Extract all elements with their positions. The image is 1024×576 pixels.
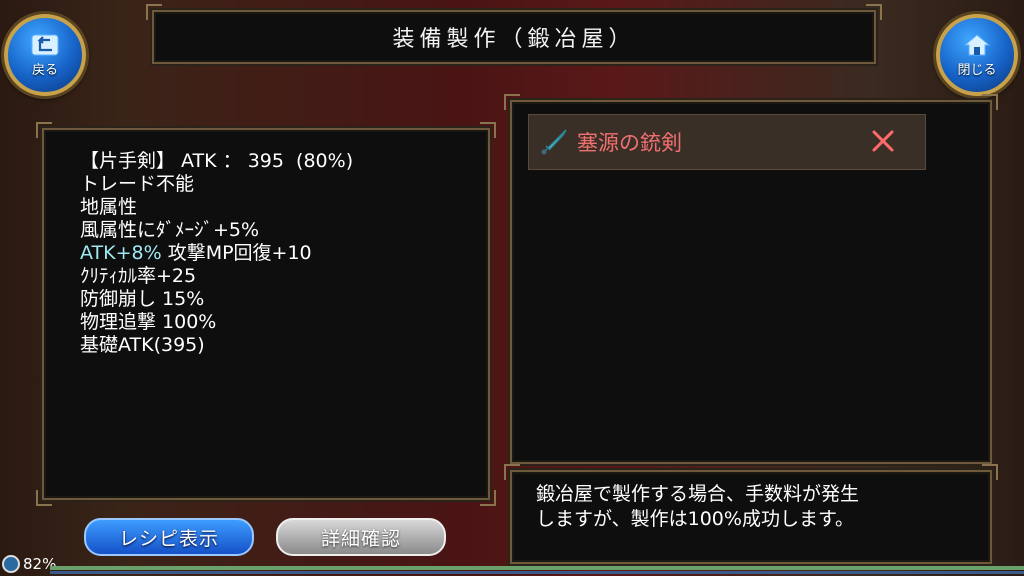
status-bar [50, 571, 1024, 574]
frame-corner [982, 94, 998, 110]
item-stats-panel: 【片手剣】 ATK ： 395 (80%) トレード不能 地属性 風属性にﾀﾞﾒｰｼﾞ… [36, 122, 496, 506]
stat-line: ｸﾘﾃｨｶﾙ率+25 [80, 265, 197, 287]
stat-highlight: ATK+8% [80, 242, 162, 264]
battery-indicator: 82% [2, 554, 56, 574]
back-button[interactable]: 戻る [4, 14, 86, 96]
recipe-button[interactable]: レシピ表示 [84, 518, 254, 556]
frame-corner [866, 4, 882, 20]
message-line: しますが、製作は100%成功します。 [536, 508, 855, 530]
stat-line: 物理追撃 100% [80, 311, 217, 333]
sword-icon [541, 129, 567, 155]
stat-text: 攻撃MP回復+10 [161, 242, 312, 264]
stat-line: 地属性 [80, 196, 138, 218]
frame-corner [504, 464, 520, 480]
material-name: 塞源の銃剣 [577, 131, 682, 155]
material-panel: 塞源の銃剣 [504, 94, 998, 464]
message-panel: 鍛冶屋で製作する場合、手数料が発生 しますが、製作は100%成功します。 [504, 464, 998, 564]
info-message: 鍛冶屋で製作する場合、手数料が発生 しますが、製作は100%成功します。 [536, 482, 859, 532]
close-x-icon[interactable] [869, 127, 897, 155]
close-button[interactable]: 閉じる [936, 14, 1018, 96]
battery-icon [2, 555, 20, 573]
back-arrow-icon [31, 34, 59, 55]
stat-line: ATK+8% 攻撃MP回復+10 [80, 242, 353, 265]
stat-line: トレード不能 [80, 173, 195, 195]
message-line: 鍛冶屋で製作する場合、手数料が発生 [536, 483, 860, 505]
title-bar: 装備製作（鍛冶屋） [146, 4, 882, 64]
stat-line: 基礎ATK(395) [80, 334, 205, 356]
frame-corner [480, 122, 496, 138]
stat-line: 風属性にﾀﾞﾒｰｼﾞ+5% [80, 219, 260, 241]
frame-corner [982, 464, 998, 480]
home-icon [963, 33, 991, 55]
stat-line: 【片手剣】 ATK ： 395 (80%) [80, 150, 354, 172]
close-label: 閉じる [957, 62, 997, 78]
detail-button[interactable]: 詳細確認 [276, 518, 446, 556]
material-item[interactable]: 塞源の銃剣 [528, 114, 926, 170]
back-label: 戻る [31, 62, 58, 78]
status-bar [50, 566, 1024, 570]
stat-line: 防御崩し 15% [80, 288, 205, 310]
frame-corner [36, 122, 52, 138]
page-title: 装備製作（鍛冶屋） [392, 27, 636, 52]
item-stats: 【片手剣】 ATK ： 395 (80%) トレード不能 地属性 風属性にﾀﾞﾒｰｼﾞ… [80, 150, 353, 357]
frame-corner [146, 4, 162, 20]
frame-corner [36, 490, 52, 506]
frame-corner [504, 94, 520, 110]
frame-corner [480, 490, 496, 506]
